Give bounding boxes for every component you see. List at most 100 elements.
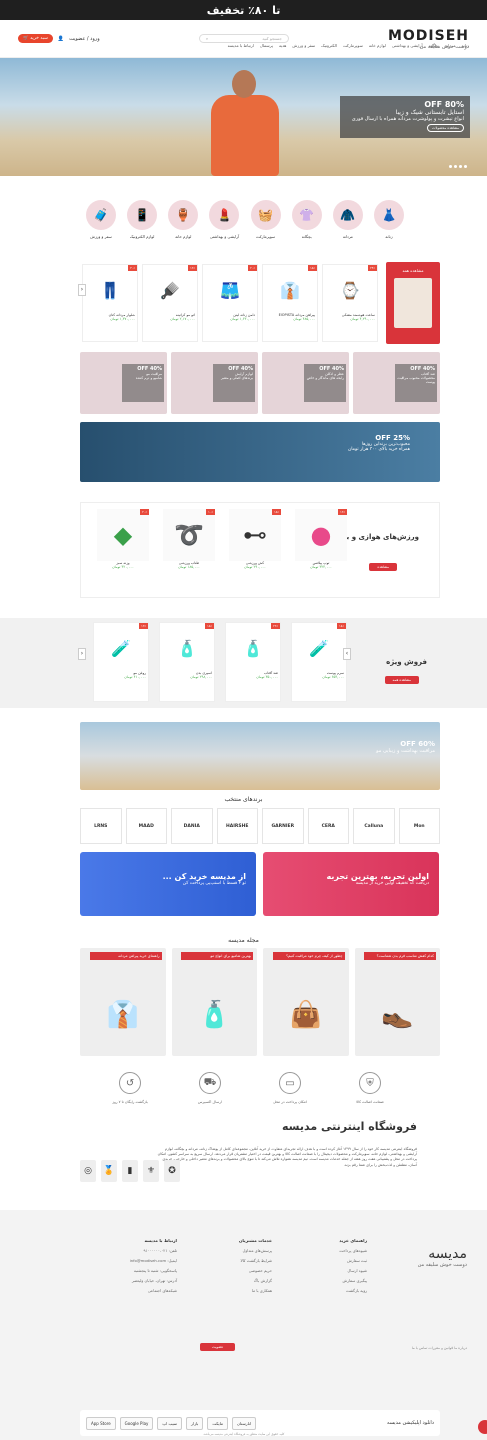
product-card[interactable]: ۱۸٪ 🧪 سرم پوست ۶۵۴,۰۰۰ تومان <box>291 622 347 702</box>
discount-badge: ۱۰٪ <box>206 509 215 515</box>
deal-see-all[interactable]: مشاهده همه <box>402 268 423 273</box>
nav-item[interactable]: مردانه <box>445 43 456 48</box>
footer-email[interactable]: ایمیل: info@modiseh.com <box>130 1258 177 1263</box>
product-card[interactable]: ۱۰٪ ➰ طناب ورزشی ۱۸۵,۰۰۰ تومان <box>163 509 215 593</box>
nav-item[interactable]: پرسمال <box>260 43 273 48</box>
myket-badge[interactable]: مایکت <box>207 1416 228 1430</box>
magazine-card[interactable]: کدام کفش مناسب فرم بدن شماست؟ 👞 <box>354 948 440 1056</box>
sibapp-badge[interactable]: سیب اپ <box>157 1416 183 1430</box>
enamad-icon[interactable]: ✪ <box>164 1160 180 1182</box>
magazine-card[interactable]: راهنمای خرید پیراهن مردانه 👔 <box>80 948 166 1056</box>
promo-card[interactable]: 40% OFF عطر و ادکلن رایحه های ماندگار و خا… <box>262 352 349 414</box>
product-card[interactable]: ۲۴٪ ⌚ ساعت هوشمند مشکی ۴,۲۹۰,۰۰۰ تومان <box>322 264 378 342</box>
see-all-button[interactable]: مشاهده همه <box>384 676 419 684</box>
brand-logo[interactable]: CERA <box>307 808 349 844</box>
appstore-badge[interactable]: App Store <box>86 1416 116 1430</box>
nav-item[interactable]: سوپرمارکت <box>343 43 363 48</box>
brand-logo[interactable]: MAAD <box>125 808 167 844</box>
product-card[interactable]: ۲۰٪ 🩳 دامن زنانه لینن ۱,۶۳۰,۰۰۰ تومان <box>202 264 258 342</box>
chat-icon[interactable] <box>478 1420 487 1434</box>
promo-card[interactable]: 40% OFF لوازم آرایش برندهای اصلی و معتبر <box>171 352 258 414</box>
footer-link[interactable]: شرایط بازگشت کالا <box>240 1258 272 1263</box>
haircare-banner[interactable]: 60% OFF مراقبت بهداشت و زیبایی مو <box>80 722 440 790</box>
category-item[interactable]: 🧳 سفر و ورزش <box>85 200 117 239</box>
footer-link[interactable]: شیوه ارسال <box>348 1268 367 1273</box>
slider-dots[interactable] <box>449 165 467 168</box>
chevron-left-icon[interactable]: ‹ <box>78 284 86 296</box>
cart-button[interactable]: سبد خرید 🛒 <box>18 34 53 43</box>
promo-topbar[interactable]: تا ۸۰٪ تخفیف <box>0 0 487 20</box>
hero-cta-button[interactable]: مشاهده محصولات <box>427 124 464 132</box>
product-card[interactable]: ۲۰٪ ◆ وزنه سبز ۴۲۰,۰۰۰ تومان <box>97 509 149 593</box>
home-icon: 🏺 <box>168 200 199 230</box>
brand-logo[interactable]: Calluna <box>353 808 395 844</box>
nav-item[interactable]: الکترونیک <box>321 43 337 48</box>
category-label: آرایشی و بهداشتی <box>209 234 240 239</box>
category-item[interactable]: 🏺 لوازم خانه <box>167 200 199 239</box>
nav-item[interactable]: هدیه <box>279 43 286 48</box>
footer-link[interactable]: رویه بازگشت <box>346 1288 367 1293</box>
union-icon[interactable]: ▮ <box>122 1160 138 1182</box>
footer-link[interactable]: همکاری با ما <box>252 1288 272 1293</box>
brand-logo[interactable]: HAIRSHE <box>216 808 258 844</box>
chevron-left-icon[interactable]: ‹ <box>78 648 86 660</box>
footer-link[interactable]: پرسش‌های متداول <box>243 1248 272 1253</box>
login-button[interactable]: ورود / عضویت <box>69 36 100 42</box>
product-card[interactable]: ۱۵٪ 🧴 اسپری بدن ۲۹۸,۰۰۰ تومان <box>159 622 215 702</box>
googleplay-badge[interactable]: Google Play <box>119 1416 154 1430</box>
brand-banner[interactable]: 25% OFF محبوب‌ترین برند‌این روزها همراه خر… <box>80 422 440 482</box>
brand-logo[interactable]: Mon <box>398 808 440 844</box>
samandehi-icon[interactable]: ⚜ <box>143 1160 159 1182</box>
award-icon[interactable]: 🏅 <box>101 1160 117 1182</box>
category-item[interactable]: 👚 بچگانه <box>291 200 323 239</box>
category-item[interactable]: 💄 آرایشی و بهداشتی <box>208 200 240 239</box>
chevron-right-icon[interactable]: › <box>343 648 351 660</box>
nav-item[interactable]: ارتباط با مدیسه <box>228 43 254 48</box>
snappay-banner[interactable]: از مدیسه خرید کن ... تو ۴ قسط با اسنپ‌پی … <box>80 852 256 916</box>
see-all-button[interactable]: مشاهده <box>369 563 397 571</box>
promo-card[interactable]: 40% OFF ضد آفتاب محصولات محبوب مراقبت پوست <box>353 352 440 414</box>
nav-item[interactable]: لوازم خانه <box>369 43 386 48</box>
footer-link[interactable]: گزارش باگ <box>254 1278 272 1283</box>
category-item[interactable]: 🧥 مردانه <box>332 200 364 239</box>
banner-percent: 60% OFF <box>400 740 435 748</box>
first-purchase-banner[interactable]: اولین تجربه، بهترین تجربه دریافت کد تخفیف… <box>263 852 439 916</box>
nav-item[interactable]: بچگانه <box>429 43 439 48</box>
nav-item[interactable]: سفر و ورزش <box>292 43 315 48</box>
category-item[interactable]: 📱 لوازم الکترونیک <box>126 200 158 239</box>
nav-item[interactable]: زنانه <box>461 43 469 48</box>
rope-icon: ➰ <box>163 509 215 561</box>
product-card[interactable]: ۱۲٪ 🪮 اتو مو کراتینه ۲,۱۷۰,۰۰۰ تومان <box>142 264 198 342</box>
promo-card[interactable]: 40% OFF مراقبت مو شامپو و نرم کننده <box>80 352 167 414</box>
product-card[interactable]: ۱۲٪ ● توپ پیلاتس ۳۲۴,۰۰۰ تومان <box>295 509 347 593</box>
trust-badges: ✪ ⚜ ▮ 🏅 ◎ <box>80 1160 180 1182</box>
deal-header[interactable]: مشاهده همه <box>386 262 440 344</box>
nav-item[interactable]: آرایشی و بهداشتی <box>392 43 423 48</box>
brand-logo[interactable]: LRNS <box>80 808 122 844</box>
magazine-card[interactable]: چطور از کیف چرم خود مراقبت کنیم؟ 👜 <box>263 948 349 1056</box>
brand-logo[interactable]: GARNIER <box>262 808 304 844</box>
anardoni-badge[interactable]: انارستان <box>231 1416 257 1430</box>
product-card[interactable]: ۱۵٪ ⊶ کش ورزشی ۲۹۰,۰۰۰ تومان <box>229 509 281 593</box>
newsletter-button[interactable]: عضویت <box>200 1343 236 1351</box>
footer-logo[interactable]: مدیسه دوست خوش سلیقه من <box>418 1246 467 1268</box>
footer-link[interactable]: ثبت سفارش <box>347 1258 367 1263</box>
hair-oil-icon: 🧪 <box>111 638 131 658</box>
product-card[interactable]: ۳۰٪ 👖 شلوار مردانه کتان ۱,۳۷۰,۰۰۰ تومان <box>82 264 138 342</box>
footer-links[interactable]: درباره ما قوانین و مقررات تماس با ما <box>412 1346 467 1350</box>
footer-link[interactable]: پیگیری سفارش <box>343 1278 367 1283</box>
search-input[interactable]: جستجو کنید ⌕ <box>198 34 289 43</box>
footer-social[interactable]: شبکه‌های اجتماعی <box>148 1288 177 1293</box>
hero-slider[interactable]: 80% OFF استایل تابستانی شیک و زیبا انواع… <box>0 58 487 176</box>
product-card[interactable]: ۱۳٪ 🧪 روغن مو ۴۱۰,۰۰۰ تومان <box>93 622 149 702</box>
product-card[interactable]: ۱۵٪ 👔 پیراهن مردانه ElOPISTA ۴۸۵,۰۰۰ تومان <box>262 264 318 342</box>
bazaar-badge[interactable]: بازار <box>186 1416 204 1430</box>
ecommerce-icon[interactable]: ◎ <box>80 1160 96 1182</box>
category-item[interactable]: 🧺 سوپرمارکت <box>250 200 282 239</box>
product-card[interactable]: ۲۲٪ 🧴 ضد آفتاب ۳۵۰,۰۰۰ تومان <box>225 622 281 702</box>
brand-logo[interactable]: DANIA <box>171 808 213 844</box>
magazine-card[interactable]: بهترین شامپو برای انواع مو 🧴 <box>171 948 257 1056</box>
footer-link[interactable]: حریم خصوصی <box>249 1268 272 1273</box>
footer-link[interactable]: شیوه‌های پرداخت <box>339 1248 367 1253</box>
category-item[interactable]: 👗 زنانه <box>373 200 405 239</box>
